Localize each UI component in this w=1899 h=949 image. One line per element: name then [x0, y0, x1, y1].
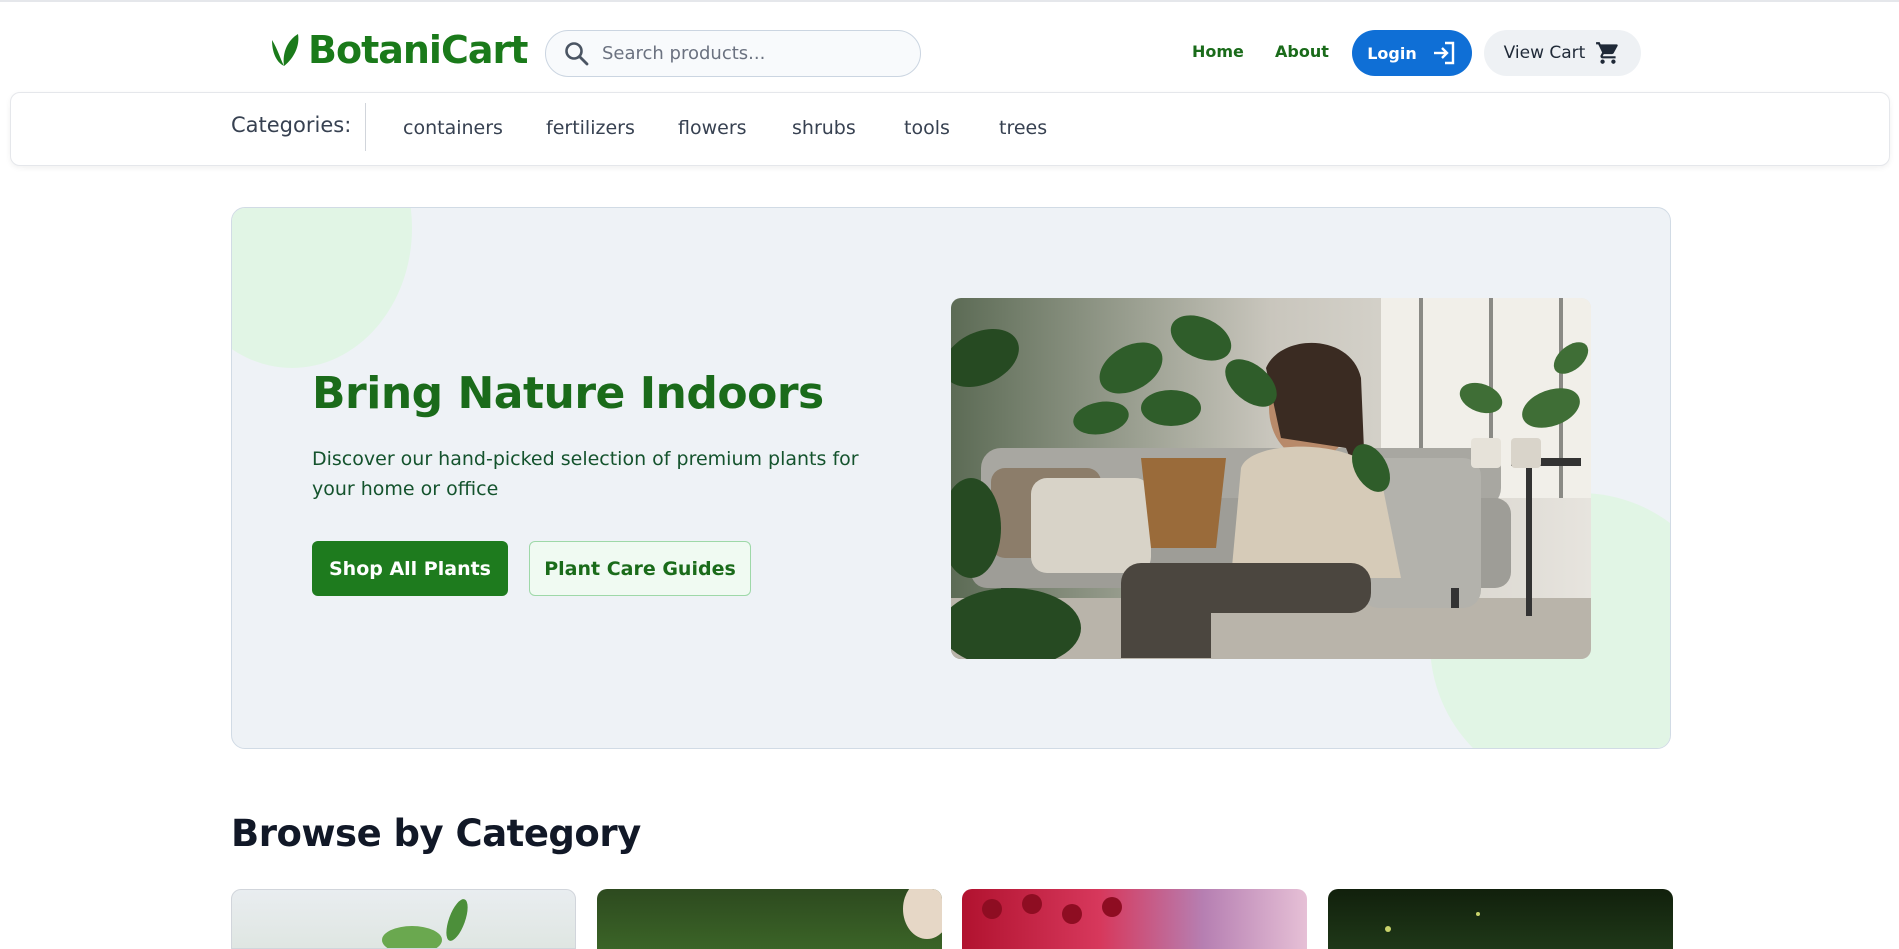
brand-name: BotaniCart — [308, 28, 528, 72]
category-card[interactable] — [962, 889, 1307, 949]
brand-logo[interactable]: BotaniCart — [268, 28, 528, 72]
categories-divider — [365, 103, 366, 151]
shopping-cart-icon — [1596, 42, 1619, 64]
hero-photo-illustration — [951, 298, 1591, 659]
categories-bar: Categories: containers fertilizers flowe… — [10, 92, 1890, 166]
hero-title: Bring Nature Indoors — [312, 368, 824, 419]
login-button[interactable]: Login — [1352, 30, 1472, 76]
category-card-image — [903, 889, 942, 939]
hero-subtitle: Discover our hand-picked selection of pr… — [312, 448, 859, 500]
nav-home-link[interactable]: Home — [1192, 42, 1244, 61]
category-card[interactable] — [597, 889, 942, 949]
search-box[interactable] — [545, 30, 921, 77]
category-shrubs[interactable]: shrubs — [792, 117, 856, 139]
browse-by-category-heading: Browse by Category — [231, 812, 641, 855]
view-cart-button[interactable]: View Cart — [1484, 30, 1641, 76]
hero-banner: Bring Nature Indoors Discover our hand-p… — [231, 207, 1671, 749]
decorative-circle — [232, 208, 412, 368]
category-card[interactable] — [231, 889, 576, 949]
category-card[interactable] — [1328, 889, 1673, 949]
category-fertilizers[interactable]: fertilizers — [546, 117, 635, 139]
nav-about-link[interactable]: About — [1275, 42, 1329, 61]
category-card-image — [982, 894, 1122, 924]
category-card-image — [1385, 912, 1480, 932]
categories-label: Categories: — [231, 113, 352, 137]
category-flowers[interactable]: flowers — [678, 117, 747, 139]
search-input[interactable] — [602, 43, 882, 64]
category-containers[interactable]: containers — [403, 117, 503, 139]
category-card-image — [382, 899, 468, 948]
category-trees[interactable]: trees — [999, 117, 1047, 139]
leaf-icon — [272, 34, 299, 66]
site-header: BotaniCart Home About Login View Cart — [0, 2, 1899, 90]
search-icon — [565, 41, 589, 65]
plant-care-guides-button[interactable]: Plant Care Guides — [529, 541, 751, 596]
login-label: Login — [1367, 43, 1417, 63]
category-tools[interactable]: tools — [904, 117, 950, 139]
cart-label: View Cart — [1503, 43, 1586, 63]
shop-all-plants-button[interactable]: Shop All Plants — [312, 541, 508, 596]
hero-image — [951, 298, 1591, 659]
login-arrow-icon — [1433, 41, 1454, 65]
